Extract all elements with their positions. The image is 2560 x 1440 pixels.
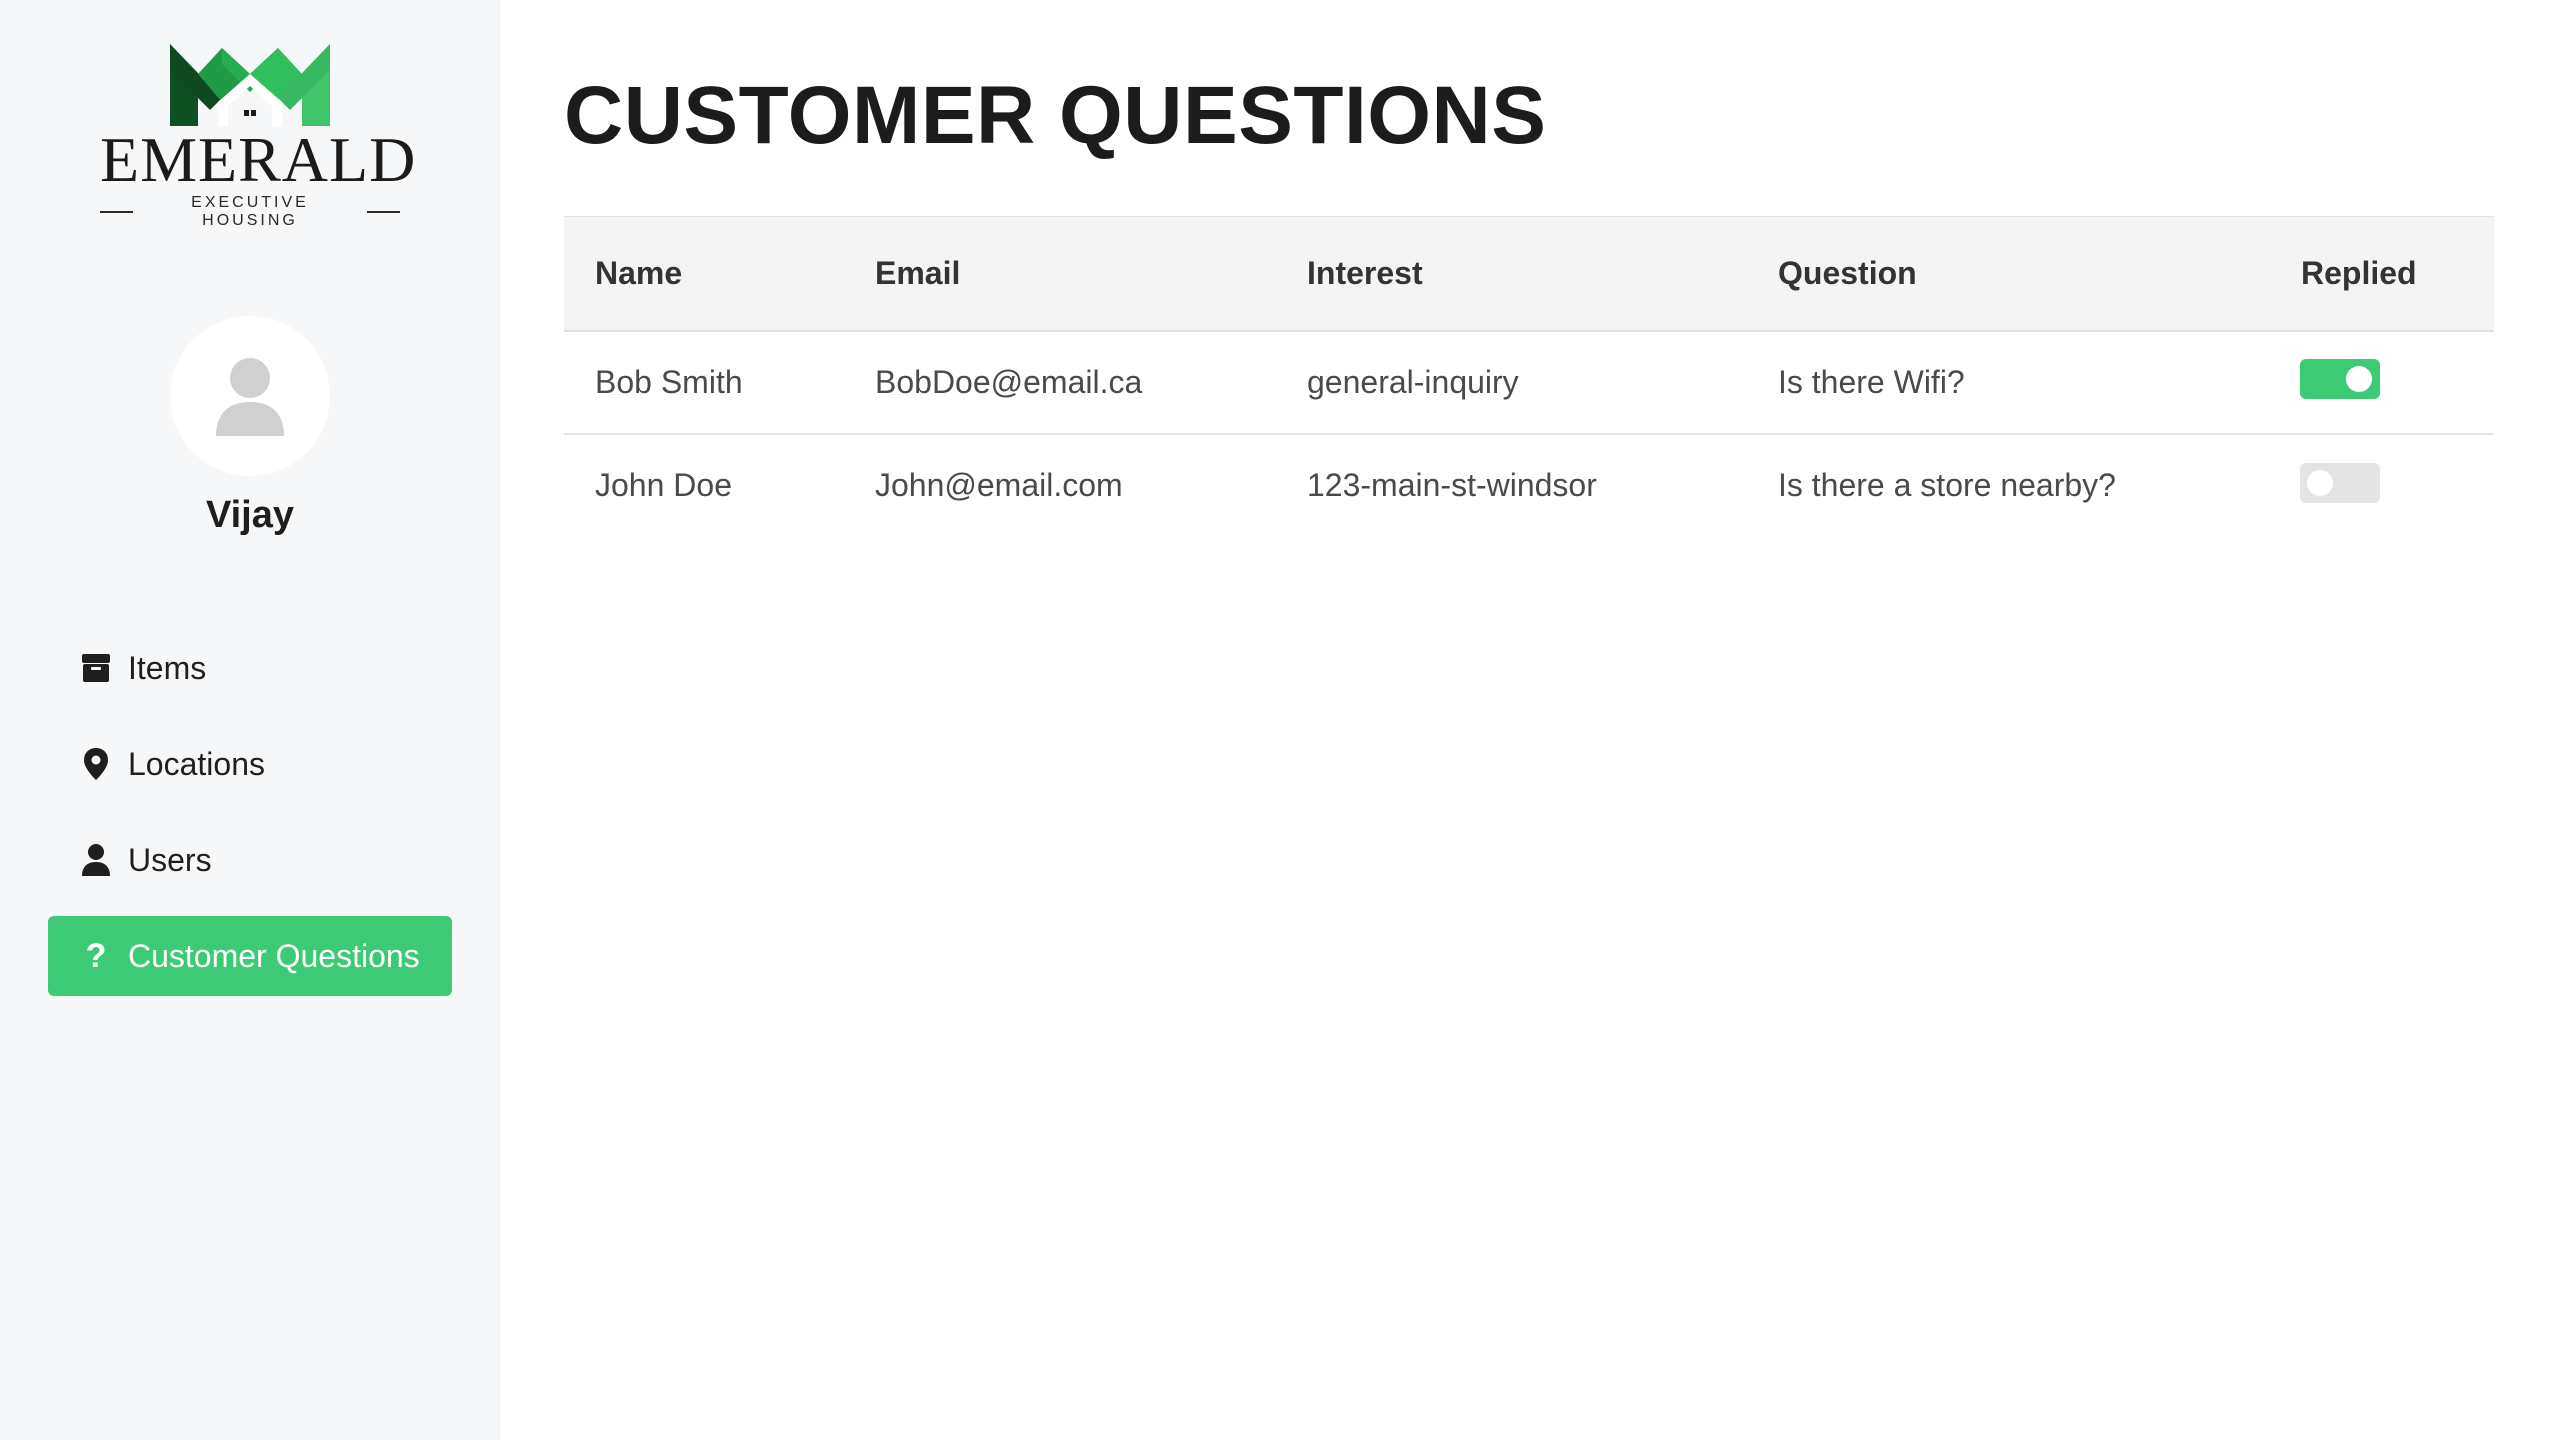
cell-name: John Doe	[595, 467, 732, 503]
cell-question: Is there a store nearby?	[1778, 467, 2116, 503]
user-silhouette-icon	[216, 358, 284, 436]
toggle-knob	[2346, 366, 2372, 393]
avatar[interactable]	[170, 316, 330, 476]
sidebar-item-items[interactable]: Items	[48, 628, 452, 708]
column-header-replied[interactable]: Replied	[2270, 217, 2494, 331]
brand-tagline-text: EXECUTIVE HOUSING	[191, 194, 309, 229]
table-row: John Doe John@email.com 123-main-st-wind…	[564, 434, 2494, 537]
question-icon: ?	[85, 936, 107, 975]
sidebar-nav: Items Locations Users ? Customer Questio…	[48, 628, 452, 1012]
cell-name: Bob Smith	[595, 363, 743, 400]
tagline-rule-right	[367, 211, 401, 213]
sidebar-item-label: Locations	[128, 745, 265, 782]
replied-toggle[interactable]	[2300, 359, 2380, 400]
cell-interest: 123-main-st-windsor	[1307, 467, 1597, 503]
emerald-logo-mark-icon	[170, 44, 330, 126]
cell-replied	[2270, 434, 2494, 537]
sidebar-item-customer-questions[interactable]: ? Customer Questions	[48, 916, 452, 996]
questions-table: Name Email Interest Question Replied Bob…	[564, 216, 2494, 537]
column-header-interest[interactable]: Interest	[1276, 217, 1747, 331]
column-header-name[interactable]: Name	[564, 217, 844, 331]
sidebar-item-label: Users	[128, 841, 212, 878]
page-title: CUSTOMER QUESTIONS	[564, 70, 1547, 161]
brand-logo[interactable]: EMERALD EXECUTIVE HOUSING	[100, 44, 417, 229]
questions-table-container: Name Email Interest Question Replied Bob…	[564, 216, 2494, 537]
sidebar-item-label: Customer Questions	[128, 937, 420, 974]
table-header-row: Name Email Interest Question Replied	[564, 216, 2494, 331]
sidebar-item-users[interactable]: Users	[48, 820, 452, 900]
tagline-rule-left	[100, 211, 133, 213]
column-header-email[interactable]: Email	[844, 217, 1276, 331]
cell-email: John@email.com	[875, 467, 1123, 503]
map-pin-icon	[80, 748, 112, 780]
sidebar-item-locations[interactable]: Locations	[48, 724, 452, 804]
app-root: EMERALD EXECUTIVE HOUSING Vijay Items Lo…	[0, 0, 2560, 1440]
username: Vijay	[205, 494, 295, 536]
main-content: CUSTOMER QUESTIONS Name Email Interest Q…	[500, 0, 2560, 1440]
cell-interest: general-inquiry	[1307, 363, 1519, 400]
box-icon	[80, 652, 112, 684]
replied-toggle[interactable]	[2300, 462, 2380, 503]
sidebar-item-label: Items	[128, 649, 207, 686]
cell-email: BobDoe@email.ca	[875, 363, 1143, 400]
table-row: Bob Smith BobDoe@email.ca general-inquir…	[564, 331, 2494, 434]
cell-question: Is there Wifi?	[1778, 363, 1965, 400]
brand-tagline: EXECUTIVE HOUSING	[100, 194, 401, 230]
brand-name: EMERALD	[100, 124, 417, 195]
column-header-question[interactable]: Question	[1747, 217, 2270, 331]
cell-replied	[2270, 331, 2494, 434]
sidebar: EMERALD EXECUTIVE HOUSING Vijay Items Lo…	[0, 0, 500, 1440]
toggle-knob	[2307, 469, 2333, 496]
user-icon	[80, 844, 112, 876]
